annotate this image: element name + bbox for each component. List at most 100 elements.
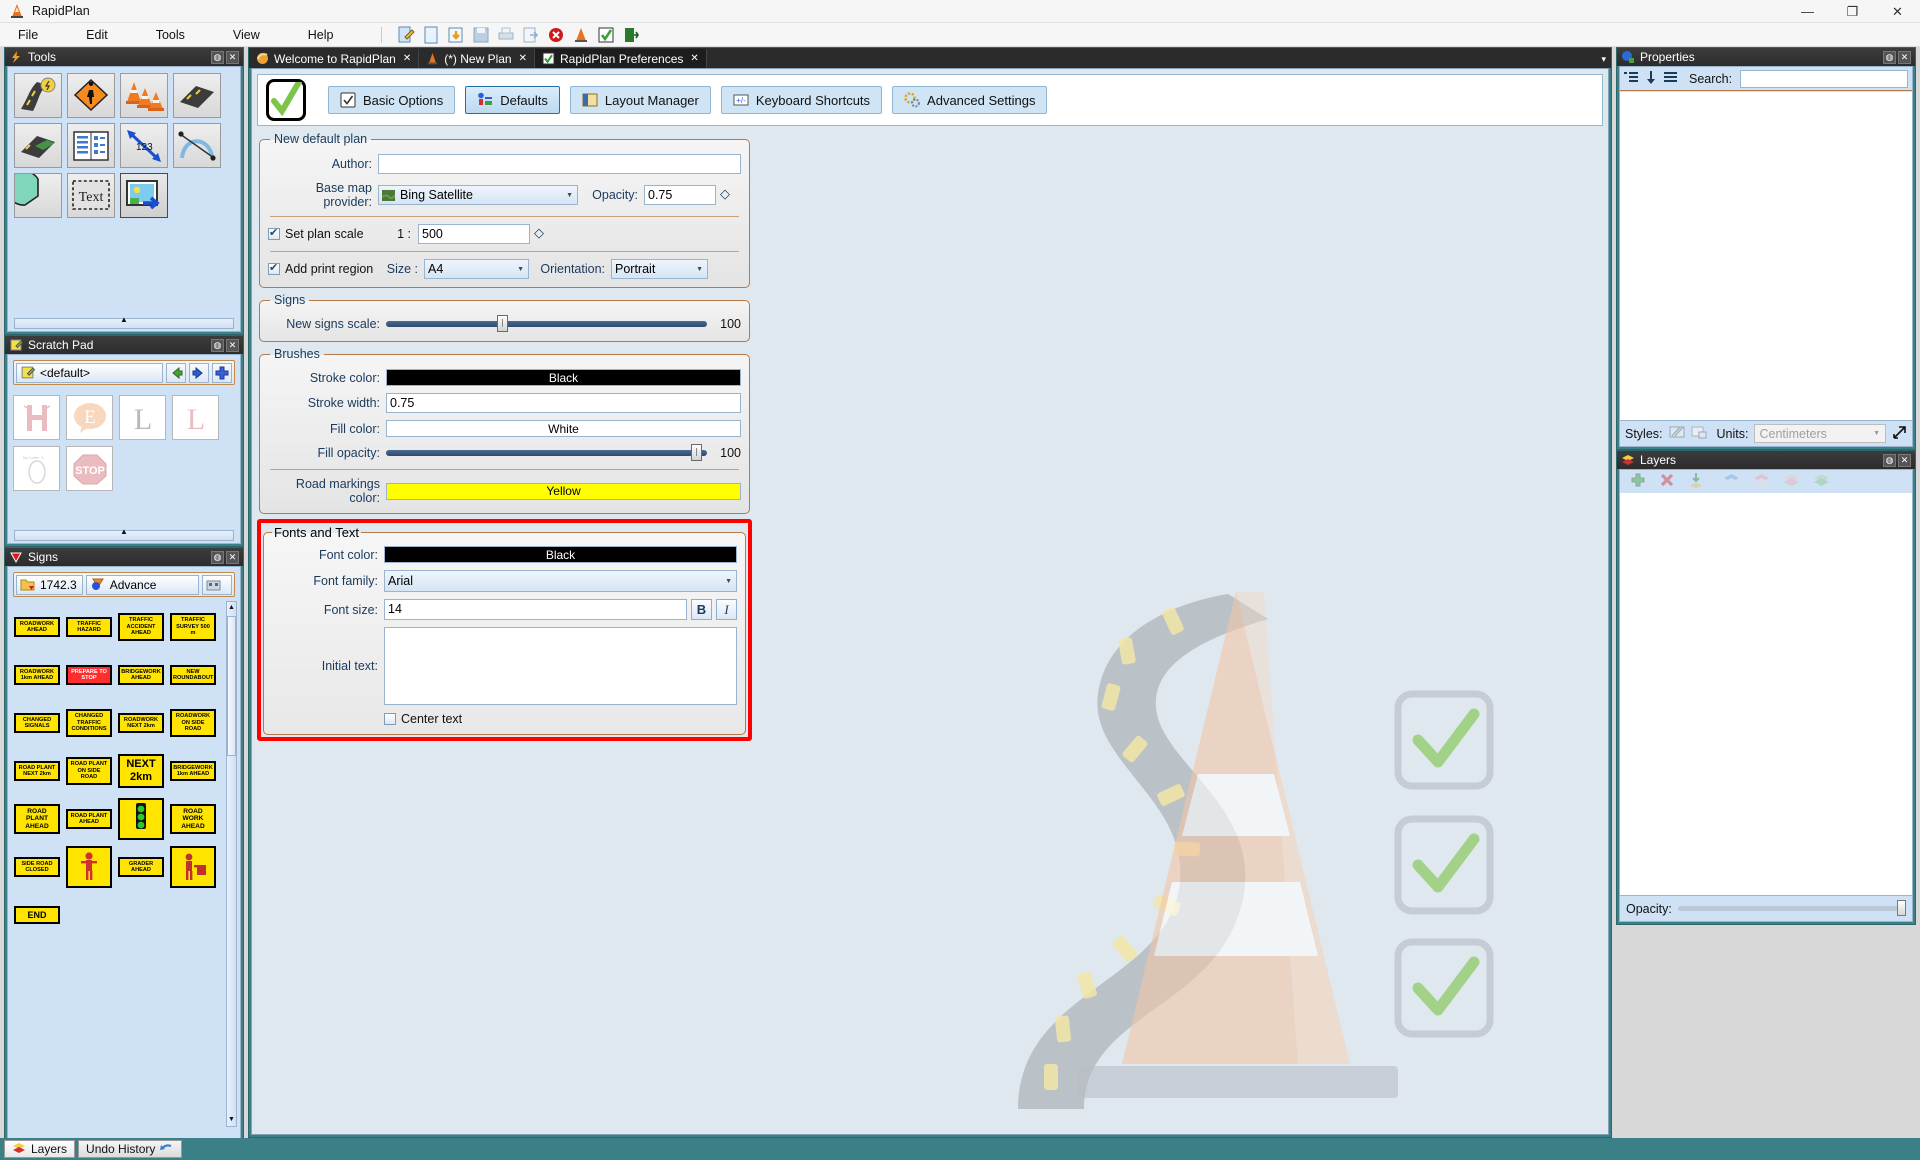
- sign-item[interactable]: [118, 797, 164, 841]
- opacity-spinner[interactable]: [720, 186, 731, 204]
- sign-item[interactable]: ROADWORK NEXT 2km: [118, 702, 164, 744]
- tool-legend-tool[interactable]: [67, 123, 115, 168]
- delete-icon[interactable]: [546, 25, 566, 45]
- orientation-combo[interactable]: Portrait ▼: [611, 259, 708, 279]
- set-plan-scale-checkbox[interactable]: Set plan scale: [268, 226, 378, 241]
- scroll-down-arrow[interactable]: ▼: [227, 1114, 236, 1126]
- sign-item[interactable]: ROADWORK AHEAD: [14, 606, 60, 648]
- close-button[interactable]: ✕: [1875, 0, 1920, 23]
- sign-item[interactable]: TRAFFIC ACCIDENT AHEAD: [118, 606, 164, 648]
- scratch-set-combo[interactable]: <default>: [16, 362, 163, 383]
- menu-tools[interactable]: Tools: [146, 25, 195, 45]
- new-signs-scale-slider[interactable]: [386, 315, 707, 333]
- scroll-up-arrow[interactable]: ▲: [227, 602, 236, 614]
- stroke-width-input[interactable]: 0.75: [386, 393, 741, 413]
- scratch-item[interactable]: L: [172, 395, 219, 440]
- sign-item[interactable]: ROADWORK ON SIDE ROAD: [170, 702, 216, 744]
- opacity-input[interactable]: 0.75: [644, 185, 716, 205]
- sign-item[interactable]: ROADWORK 1km AHEAD: [14, 654, 60, 696]
- categorized-icon[interactable]: [1624, 71, 1638, 86]
- add-print-region-checkbox[interactable]: Add print region: [268, 261, 380, 276]
- sign-item[interactable]: CHANGED SIGNALS: [14, 702, 60, 744]
- menu-view[interactable]: View: [223, 25, 270, 45]
- tool-arc-tool[interactable]: [8, 170, 62, 218]
- center-text-checkbox[interactable]: Center text: [384, 712, 462, 726]
- scratch-close-button[interactable]: ✕: [226, 338, 239, 352]
- expand-icon[interactable]: [1892, 425, 1907, 443]
- sign-item[interactable]: ROAD PLANT AHEAD: [66, 798, 112, 840]
- new-plan-icon[interactable]: [421, 25, 441, 45]
- tool-road-mesh-tool[interactable]: [14, 123, 62, 168]
- open-plan-icon[interactable]: [446, 25, 466, 45]
- properties-search-input[interactable]: [1740, 69, 1908, 88]
- sign-item[interactable]: ROAD PLANT ON SIDE ROAD: [66, 750, 112, 792]
- exit-icon[interactable]: [621, 25, 641, 45]
- sign-item[interactable]: ROAD PLANT NEXT 2km: [14, 750, 60, 792]
- sort-icon[interactable]: [1646, 70, 1656, 87]
- status-tab-layers[interactable]: Layers: [4, 1140, 76, 1158]
- edit-plan-icon[interactable]: [396, 25, 416, 45]
- layer-all-icon[interactable]: [1813, 473, 1830, 490]
- layer-down-icon[interactable]: [1753, 473, 1770, 490]
- pref-tab-basic-options[interactable]: Basic Options: [328, 86, 456, 114]
- scratch-item[interactable]: [13, 395, 60, 440]
- slider-knob[interactable]: [691, 444, 703, 461]
- sign-item[interactable]: END: [14, 894, 60, 936]
- sign-item[interactable]: ROAD PLANT AHEAD: [14, 798, 60, 840]
- italic-button[interactable]: I: [716, 599, 737, 620]
- sign-item[interactable]: [170, 845, 216, 889]
- signs-pin-button[interactable]: ◍: [211, 550, 224, 564]
- sign-item[interactable]: TRAFFIC SURVEY 500 m: [170, 606, 216, 648]
- tools-pin-button[interactable]: ◍: [211, 50, 224, 64]
- road-markings-swatch[interactable]: Yellow: [386, 482, 741, 500]
- tab-close-icon[interactable]: ✕: [690, 53, 698, 64]
- scratch-item[interactable]: E: [66, 395, 113, 440]
- menu-help[interactable]: Help: [298, 25, 344, 45]
- font-color-swatch[interactable]: Black: [384, 546, 737, 563]
- units-combo[interactable]: Centimeters ▼: [1754, 424, 1886, 443]
- sign-item[interactable]: BRIDGEWORK AHEAD: [118, 654, 164, 696]
- scale-spinner[interactable]: [534, 225, 545, 243]
- font-size-input[interactable]: 14: [384, 599, 687, 620]
- signs-close-button[interactable]: ✕: [226, 550, 239, 564]
- scratch-item[interactable]: STOP: [66, 446, 113, 491]
- scale-input[interactable]: 500: [418, 224, 530, 244]
- tool-road-tool[interactable]: [14, 73, 62, 118]
- properties-close-button[interactable]: ✕: [1898, 50, 1911, 64]
- pref-tab-defaults[interactable]: Defaults: [465, 86, 560, 114]
- export-icon[interactable]: [521, 25, 541, 45]
- sign-item[interactable]: NEW ROUNDABOUT: [170, 654, 216, 696]
- layers-list[interactable]: [1620, 493, 1912, 895]
- tool-curve-tool[interactable]: [173, 123, 221, 168]
- list-icon[interactable]: [1664, 71, 1677, 86]
- import-layer-icon[interactable]: [1688, 472, 1704, 491]
- sign-item[interactable]: [66, 845, 112, 889]
- slider-knob[interactable]: [496, 315, 508, 332]
- initial-text-area[interactable]: [384, 627, 737, 705]
- size-combo[interactable]: A4 ▼: [424, 259, 529, 279]
- print-icon[interactable]: [496, 25, 516, 45]
- delete-layer-icon[interactable]: [1659, 472, 1675, 491]
- base-map-combo[interactable]: Bing Satellite ▼: [378, 185, 578, 205]
- tab-welcome-to-rapidplan[interactable]: Welcome to RapidPlan ✕: [249, 49, 420, 68]
- sign-item[interactable]: PREPARE TO STOP: [66, 654, 112, 696]
- tab-rapidplan-preferences[interactable]: RapidPlan Preferences ✕: [534, 49, 707, 68]
- sign-item[interactable]: GRADER AHEAD: [118, 846, 164, 888]
- fill-opacity-slider[interactable]: [386, 444, 707, 462]
- tool-road-segment-tool[interactable]: [173, 73, 221, 118]
- tab-new-plan[interactable]: (*) New Plan ✕: [419, 49, 535, 68]
- font-family-combo[interactable]: Arial ▼: [384, 570, 737, 592]
- tool-image-tool[interactable]: [120, 173, 168, 218]
- signs-library-button[interactable]: 1742.3: [16, 574, 83, 595]
- tool-dimension-tool[interactable]: 123: [120, 123, 168, 168]
- layers-close-button[interactable]: ✕: [1898, 453, 1911, 467]
- scratch-prev-button[interactable]: [166, 362, 186, 383]
- menu-file[interactable]: File: [8, 25, 48, 45]
- tab-close-icon[interactable]: ✕: [519, 53, 527, 64]
- layer-up-icon[interactable]: [1723, 473, 1740, 490]
- status-tab-undo-history[interactable]: Undo History: [78, 1140, 183, 1158]
- tools-horizontal-scrollbar[interactable]: [14, 318, 234, 329]
- sign-item[interactable]: TRAFFIC HAZARD: [66, 606, 112, 648]
- cone-tool-icon[interactable]: [571, 25, 591, 45]
- minimize-button[interactable]: —: [1785, 0, 1830, 23]
